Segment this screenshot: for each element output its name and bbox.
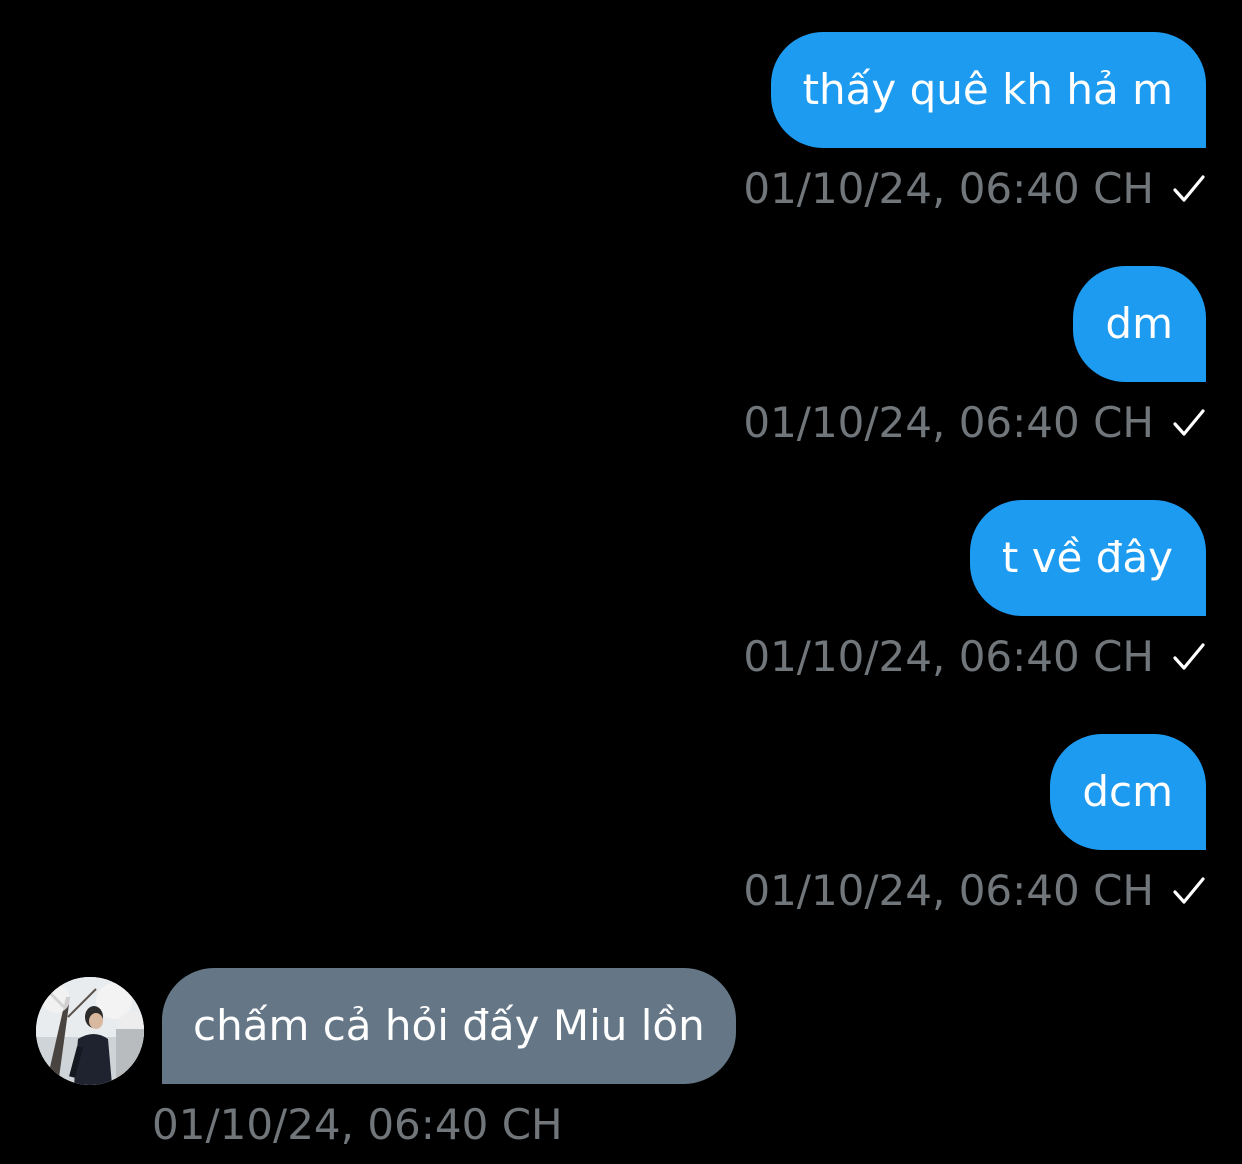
outgoing-message-bubble[interactable]: dcm [1050,734,1206,850]
message-timestamp: 01/10/24, 06:40 CH [743,863,1206,919]
check-icon [1173,643,1205,670]
incoming-message-bubble[interactable]: chấm cả hỏi đấy Miu lồn [162,968,736,1084]
message-thread: thấy quê kh hả m 01/10/24, 06:40 CH dm 0… [0,0,1242,1164]
check-icon [1173,409,1205,436]
outgoing-message-bubble[interactable]: dm [1073,266,1206,382]
timestamp-text: 01/10/24, 06:40 CH [152,1100,563,1149]
avatar[interactable] [36,977,144,1085]
check-icon [1173,877,1205,904]
message-timestamp: 01/10/24, 06:40 CH [152,1097,563,1153]
timestamp-text: 01/10/24, 06:40 CH [743,866,1154,915]
message-timestamp: 01/10/24, 06:40 CH [743,395,1206,451]
timestamp-text: 01/10/24, 06:40 CH [743,164,1154,213]
outgoing-message-bubble[interactable]: thấy quê kh hả m [770,32,1206,148]
check-icon [1173,175,1205,202]
timestamp-text: 01/10/24, 06:40 CH [743,398,1154,447]
outgoing-message-bubble[interactable]: t về đây [969,500,1206,616]
message-timestamp: 01/10/24, 06:40 CH [743,161,1206,217]
avatar-image [36,977,144,1085]
timestamp-text: 01/10/24, 06:40 CH [743,632,1154,681]
message-timestamp: 01/10/24, 06:40 CH [743,629,1206,685]
